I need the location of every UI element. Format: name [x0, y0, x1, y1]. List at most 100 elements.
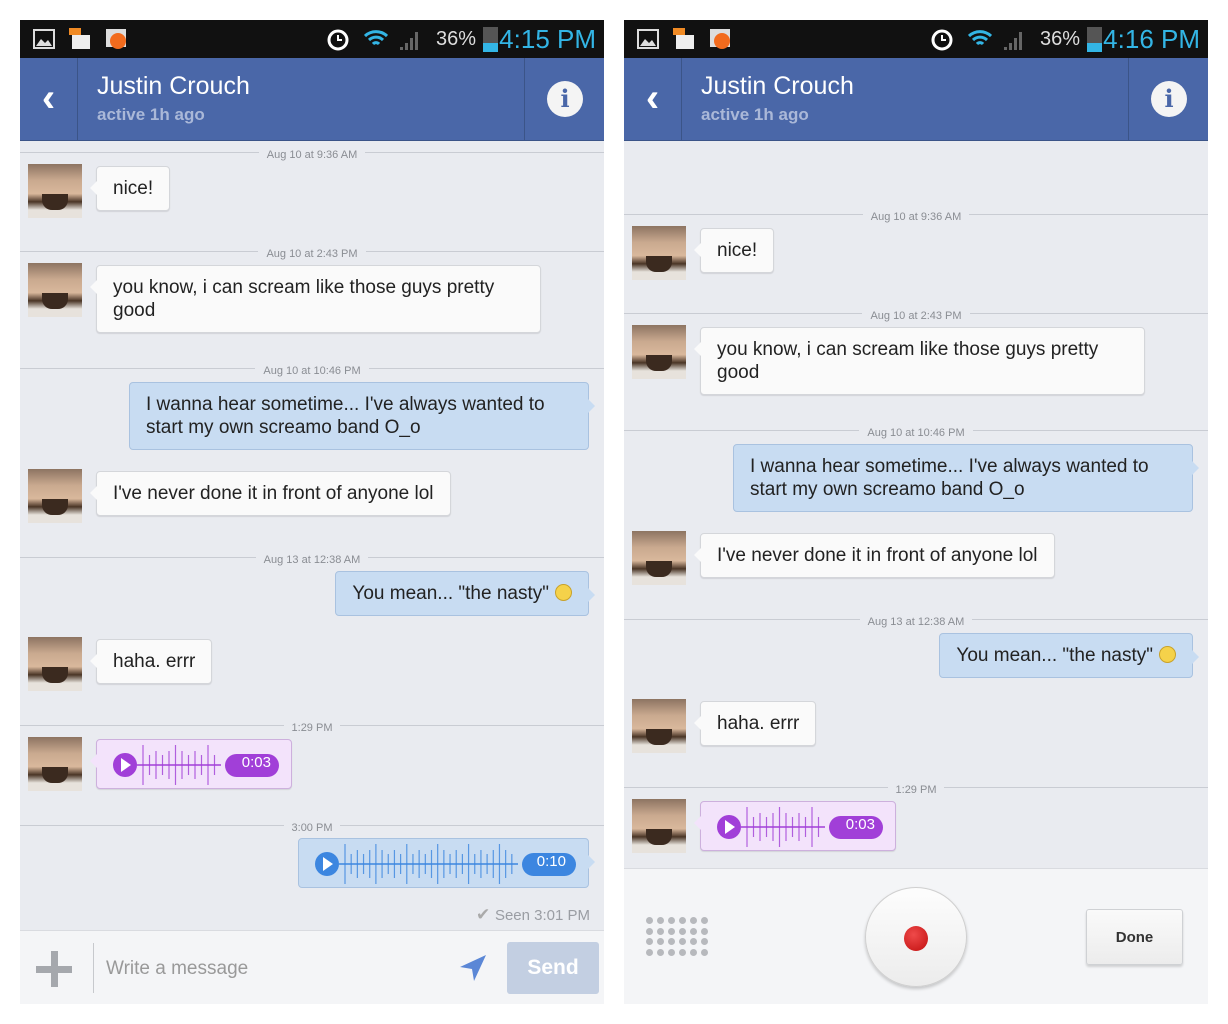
messenger-notification-icon	[672, 27, 696, 51]
info-icon[interactable]: i	[547, 81, 583, 117]
seen-receipt: ✔ Seen 3:01 PM	[476, 905, 590, 925]
timestamp-text: Aug 13 at 12:38 AM	[255, 554, 369, 566]
timestamp-text: 1:29 PM	[283, 722, 341, 734]
received-voice-message[interactable]: 0:03	[694, 801, 896, 851]
audio-duration: 0:10	[536, 853, 566, 870]
wifi-icon	[363, 27, 389, 51]
status-bar: 36% 4:15 PM	[20, 20, 604, 58]
message-list[interactable]: Aug 10 at 9:36 AM nice! Aug 10 at 2:43 PM y…	[20, 141, 604, 930]
avatar[interactable]	[28, 737, 82, 791]
timestamp-text: Aug 10 at 9:36 AM	[258, 149, 366, 161]
message-text: I've never done it in front of anyone lo…	[717, 545, 1038, 566]
status-time: 4:15 PM	[499, 24, 596, 54]
add-attachment-button[interactable]	[36, 951, 72, 987]
message-text: You mean... "the nasty"	[352, 583, 549, 604]
timestamp-divider: 1:29 PM	[624, 780, 1208, 796]
battery-icon	[483, 27, 498, 52]
gallery-icon	[636, 27, 660, 51]
timestamp-text: Aug 10 at 2:43 PM	[862, 310, 970, 322]
timestamp-divider: Aug 10 at 9:36 AM	[20, 145, 604, 161]
avatar[interactable]	[632, 531, 686, 585]
timestamp-divider: Aug 10 at 10:46 PM	[20, 361, 604, 377]
record-button[interactable]	[865, 887, 967, 987]
received-message[interactable]: I've never done it in front of anyone lo…	[90, 471, 451, 516]
info-button[interactable]: i	[524, 58, 604, 141]
audio-duration: 0:03	[241, 754, 271, 771]
sent-message[interactable]: You mean... "the nasty"	[939, 633, 1199, 678]
timestamp-text: 1:29 PM	[887, 784, 945, 796]
info-icon[interactable]: i	[1151, 81, 1187, 117]
timestamp-text: 3:00 PM	[283, 822, 341, 834]
seen-text: Seen 3:01 PM	[494, 907, 590, 924]
received-voice-message[interactable]: 0:03	[90, 739, 292, 789]
timestamp-divider: Aug 13 at 12:38 AM	[20, 550, 604, 566]
conversation-header: ‹ Justin Crouch active 1h ago i	[20, 58, 604, 141]
contact-name: Justin Crouch	[701, 72, 854, 100]
message-text: You mean... "the nasty"	[956, 645, 1153, 666]
back-button[interactable]: ‹	[624, 58, 682, 141]
phone-screen-left: 36% 4:15 PM ‹ Justin Crouch active 1h ago i Au…	[20, 20, 604, 1004]
record-icon	[904, 926, 928, 951]
done-button[interactable]: Done	[1086, 909, 1183, 965]
sent-message[interactable]: I wanna hear sometime... I've always wan…	[733, 444, 1199, 512]
avatar[interactable]	[632, 699, 686, 753]
received-message[interactable]: you know, i can scream like those guys p…	[90, 265, 541, 333]
battery-icon	[1087, 27, 1102, 52]
received-message[interactable]: nice!	[693, 228, 775, 273]
received-message[interactable]: haha. errr	[693, 701, 817, 746]
keyboard-toggle-icon[interactable]	[646, 917, 710, 957]
chat-heads-icon	[104, 27, 128, 51]
sent-message[interactable]: You mean... "the nasty"	[335, 571, 595, 616]
battery-percent: 36%	[435, 28, 476, 50]
messenger-notification-icon	[68, 27, 92, 51]
timestamp-text: Aug 10 at 2:43 PM	[258, 248, 366, 260]
wifi-icon	[967, 27, 993, 51]
avatar[interactable]	[28, 164, 82, 218]
avatar[interactable]	[28, 263, 82, 317]
avatar[interactable]	[632, 799, 686, 853]
gallery-icon	[32, 27, 56, 51]
message-text: haha. errr	[717, 713, 800, 734]
timestamp-text: Aug 10 at 9:36 AM	[862, 211, 970, 223]
message-text: I wanna hear sometime... I've always wan…	[146, 394, 545, 438]
timestamp-divider: Aug 10 at 2:43 PM	[624, 306, 1208, 322]
timestamp-divider: Aug 10 at 2:43 PM	[20, 244, 604, 260]
message-text: I wanna hear sometime... I've always wan…	[750, 456, 1149, 500]
contact-active-status: active 1h ago	[97, 105, 205, 124]
send-button[interactable]: Send	[507, 942, 599, 994]
avatar[interactable]	[28, 637, 82, 691]
received-message[interactable]: nice!	[89, 166, 171, 211]
avatar[interactable]	[28, 469, 82, 523]
phone-screen-right: 36% 4:16 PM ‹ Justin Crouch active 1h ago i Au…	[624, 20, 1208, 1004]
received-message[interactable]: haha. errr	[89, 639, 213, 684]
timestamp-divider: Aug 10 at 10:46 PM	[624, 423, 1208, 439]
avatar[interactable]	[632, 226, 686, 280]
received-message[interactable]: you know, i can scream like those guys p…	[694, 327, 1145, 395]
conversation-header: ‹ Justin Crouch active 1h ago i	[624, 58, 1208, 141]
alarm-icon	[326, 27, 350, 51]
back-button[interactable]: ‹	[20, 58, 78, 141]
composer-divider	[93, 943, 94, 993]
sent-voice-message[interactable]: 0:10	[298, 838, 595, 888]
message-list[interactable]: Aug 10 at 9:36 AM nice! Aug 10 at 2:43 PM y…	[624, 141, 1208, 868]
checkmark-icon: ✔	[475, 905, 495, 924]
received-message[interactable]: I've never done it in front of anyone lo…	[694, 533, 1055, 578]
alarm-icon	[930, 27, 954, 51]
location-icon[interactable]	[458, 953, 488, 988]
signal-icon	[1002, 27, 1026, 51]
signal-icon	[398, 27, 422, 51]
sent-message[interactable]: I wanna hear sometime... I've always wan…	[129, 382, 595, 450]
grimace-emoji	[1159, 646, 1176, 663]
avatar[interactable]	[632, 325, 686, 379]
message-text: you know, i can scream like those guys p…	[113, 277, 495, 321]
grimace-emoji	[555, 584, 572, 601]
status-time: 4:16 PM	[1103, 24, 1200, 54]
timestamp-divider: Aug 13 at 12:38 AM	[624, 612, 1208, 628]
voice-record-bar: Done	[624, 868, 1208, 1004]
timestamp-divider: Aug 10 at 9:36 AM	[624, 207, 1208, 223]
message-input[interactable]: Write a message	[106, 955, 446, 983]
info-button[interactable]: i	[1128, 58, 1208, 141]
timestamp-text: Aug 10 at 10:46 PM	[255, 365, 369, 377]
timestamp-text: Aug 10 at 10:46 PM	[859, 427, 973, 439]
chat-heads-icon	[708, 27, 732, 51]
